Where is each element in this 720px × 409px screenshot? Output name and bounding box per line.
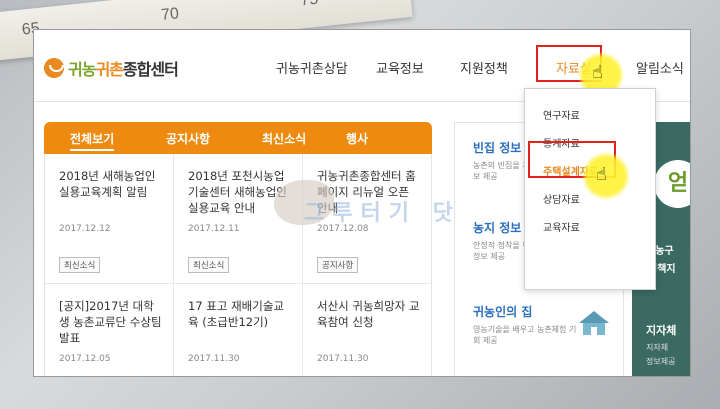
card-title: 17 표고 재배기술교육 (초급반12기)	[188, 299, 285, 329]
panel-badge: 얻	[654, 160, 690, 208]
card-date: 2017.11.30	[188, 354, 240, 364]
menu-item-research[interactable]: 연구자료	[543, 107, 580, 122]
tab-events[interactable]: 행사	[346, 130, 368, 147]
news-content: 2018년 새해농업인 실용교육계획 알림 2017.12.12 최신소식 20…	[44, 154, 432, 376]
card-tag: 최신소식	[59, 257, 101, 273]
card-tag: 공지사항	[317, 257, 359, 273]
returnee-house-title: 귀농인의 집	[473, 305, 533, 319]
card-date: 2017.12.05	[59, 354, 111, 364]
ruler-number: 70	[160, 5, 180, 25]
tab-all[interactable]: 전체보기	[70, 130, 115, 151]
nav-item-education[interactable]: 교육정보	[376, 58, 424, 77]
web-page: 귀농귀촌종합센터 귀농귀촌상담 교육정보 지원정책 자료실 알림소식 ☝ 전체보…	[34, 30, 690, 376]
tab-notice[interactable]: 공지사항	[166, 130, 210, 147]
tab-latest[interactable]: 최신소식	[262, 130, 306, 147]
menu-item-consulting[interactable]: 상담자료	[543, 191, 580, 206]
news-card[interactable]: 2018년 새해농업인 실용교육계획 알림 2017.12.12 최신소식	[45, 154, 174, 284]
house-icon	[579, 311, 609, 335]
panel-text: 정보제공	[646, 357, 676, 366]
news-tabs: 전체보기 공지사항 최신소식 행사	[44, 122, 432, 154]
returnee-house-info[interactable]: 귀농인의 집 영농기술을 배우고 농촌체험 기회 제공	[473, 303, 583, 346]
card-date: 2017.11.30	[317, 354, 369, 364]
card-date: 2017.12.11	[188, 224, 240, 234]
news-card[interactable]: [공지]2017년 대학생 농촌교류단 수상팀 발표 2017.12.05	[45, 284, 174, 376]
nav-item-policy[interactable]: 지원정책	[460, 58, 508, 77]
card-title: 서산시 귀농희망자 교육참여 신청	[317, 299, 420, 329]
panel-text: 지자체	[646, 324, 677, 337]
nav-item-consulting[interactable]: 귀농귀촌상담	[276, 58, 348, 77]
news-card[interactable]: 서산시 귀농희망자 교육참여 신청 2017.11.30	[303, 284, 432, 376]
returnee-house-desc: 영농기술을 배우고 농촌체험 기회 제공	[473, 325, 577, 345]
card-title: 2018년 새해농업인 실용교육계획 알림	[59, 169, 156, 199]
card-tag: 최신소식	[188, 257, 230, 273]
nav-item-news[interactable]: 알림소식	[636, 58, 684, 77]
card-title: [공지]2017년 대학생 농촌교류단 수상팀 발표	[59, 299, 162, 345]
pointer-hand-icon: ☝	[596, 164, 607, 185]
ruler-number: 75	[299, 0, 319, 10]
news-card[interactable]: 17 표고 재배기술교육 (초급반12기) 2017.11.30	[174, 284, 303, 376]
pointer-hand-icon: ☝	[592, 62, 603, 83]
card-date: 2017.12.12	[59, 224, 111, 234]
panel-text: 지자체	[646, 343, 669, 352]
menu-item-education[interactable]: 교육자료	[543, 219, 580, 234]
